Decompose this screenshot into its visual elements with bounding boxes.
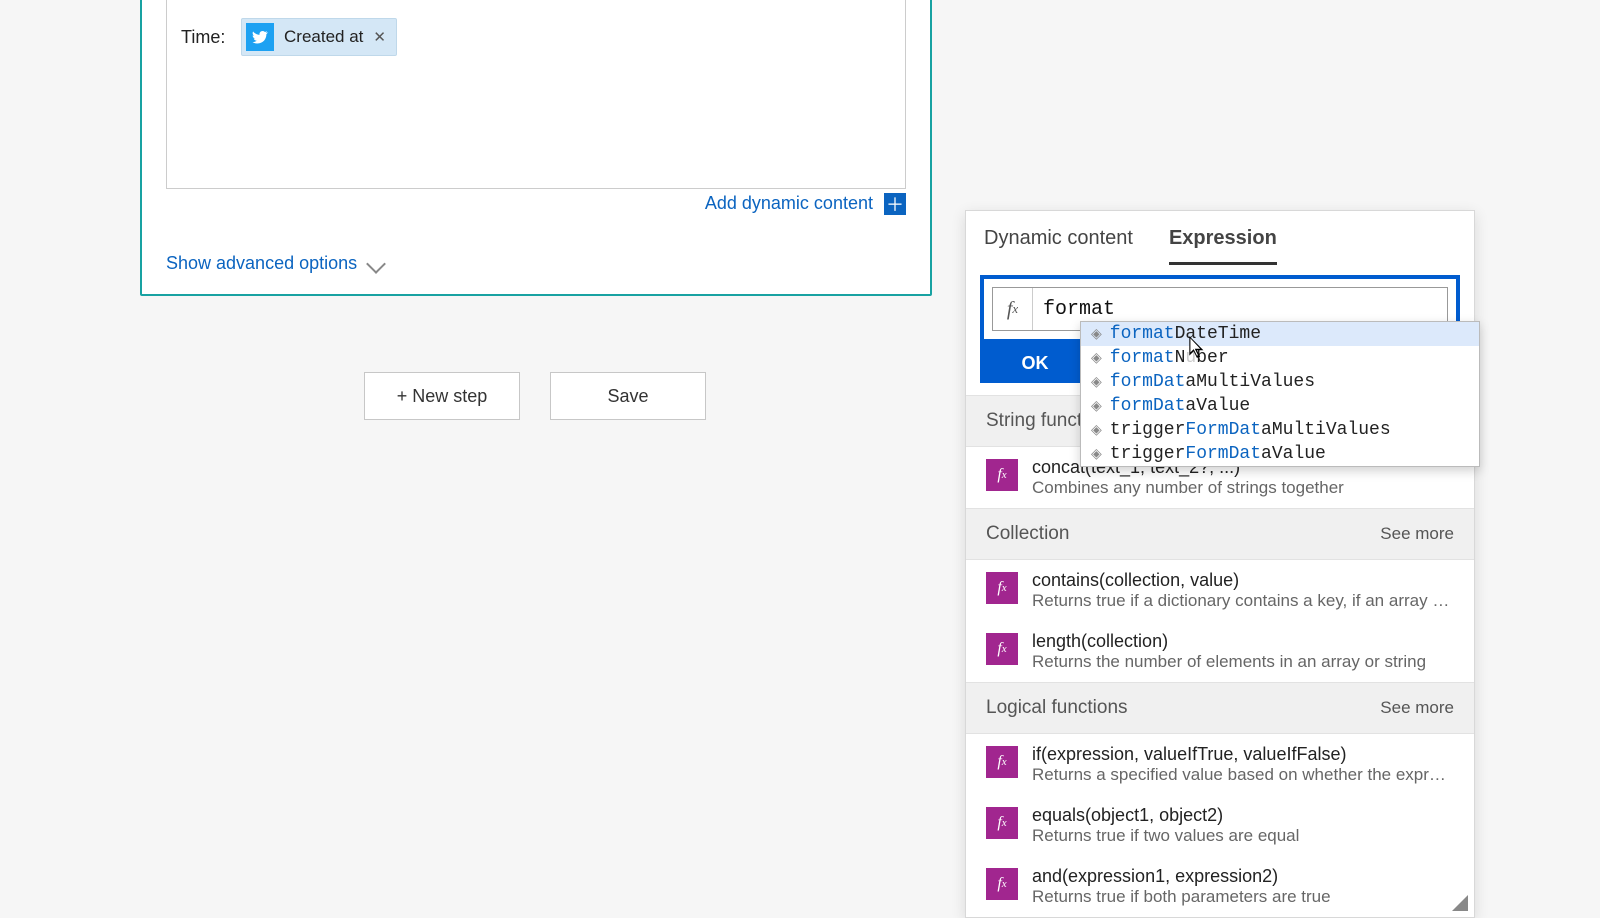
textarea-pad[interactable] bbox=[181, 74, 891, 184]
action-buttons: + New step Save bbox=[364, 372, 706, 420]
fx-badge-icon: fx bbox=[986, 633, 1018, 665]
fx-badge-icon: fx bbox=[986, 746, 1018, 778]
func-signature: equals(object1, object2) bbox=[1032, 805, 1454, 826]
add-dynamic-content-text: Add dynamic content bbox=[705, 193, 873, 213]
ac-item-formdatavalue[interactable]: ◈ formDataValue bbox=[1081, 394, 1479, 418]
chevron-down-icon bbox=[366, 254, 386, 274]
field-label-time: Time: bbox=[181, 27, 241, 48]
func-signature: if(expression, valueIfTrue, valueIfFalse… bbox=[1032, 744, 1454, 765]
fx-badge-icon: fx bbox=[986, 459, 1018, 491]
chip-text: Created at bbox=[284, 27, 363, 47]
ac-item-triggerformdatamultivalues[interactable]: ◈ triggerFormDataMultiValues bbox=[1081, 418, 1479, 442]
autocomplete-popup: ◈ formatDateTime ◈ formatNuber ◈ formDat… bbox=[1080, 321, 1480, 467]
ac-item-formatnumber[interactable]: ◈ formatNuber bbox=[1081, 346, 1479, 370]
plus-icon: ＋ bbox=[884, 193, 906, 215]
func-description: Returns true if both parameters are true bbox=[1032, 887, 1454, 907]
func-and[interactable]: fx and(expression1, expression2) Returns… bbox=[966, 856, 1474, 917]
func-if[interactable]: fx if(expression, valueIfTrue, valueIfFa… bbox=[966, 734, 1474, 795]
field-row-time: Time: Created at ✕ bbox=[181, 18, 891, 56]
func-description: Returns a specified value based on wheth… bbox=[1032, 765, 1454, 785]
function-sections: String functions See more fx concat(text… bbox=[966, 395, 1474, 917]
panel-tabs: Dynamic content Expression bbox=[966, 211, 1474, 265]
func-description: Returns true if a dictionary contains a … bbox=[1032, 591, 1454, 611]
expression-input-wrap: fx ◈ formatDateTime ◈ formatNuber ◈ form… bbox=[980, 275, 1460, 343]
ac-item-formatdatetime[interactable]: ◈ formatDateTime bbox=[1081, 322, 1479, 346]
cube-icon: ◈ bbox=[1091, 326, 1102, 343]
fx-badge-icon: fx bbox=[986, 807, 1018, 839]
func-length[interactable]: fx length(collection) Returns the number… bbox=[966, 621, 1474, 682]
section-title: Logical functions bbox=[986, 697, 1128, 719]
save-button[interactable]: Save bbox=[550, 372, 706, 420]
section-header-logical: Logical functions See more bbox=[966, 682, 1474, 734]
new-step-label: + New step bbox=[397, 386, 488, 407]
tab-expression[interactable]: Expression bbox=[1169, 221, 1277, 265]
see-more-link[interactable]: See more bbox=[1380, 698, 1454, 718]
scroll-corner-icon[interactable] bbox=[1452, 895, 1468, 911]
card-body: Name of the user: Name ✕ Time: Created a… bbox=[166, 0, 906, 189]
func-signature: contains(collection, value) bbox=[1032, 570, 1454, 591]
cube-icon: ◈ bbox=[1091, 374, 1102, 391]
func-description: Returns the number of elements in an arr… bbox=[1032, 652, 1454, 672]
func-signature: length(collection) bbox=[1032, 631, 1454, 652]
func-contains[interactable]: fx contains(collection, value) Returns t… bbox=[966, 560, 1474, 621]
show-advanced-options[interactable]: Show advanced options bbox=[166, 253, 906, 274]
save-label: Save bbox=[607, 386, 648, 407]
expression-panel: Dynamic content Expression fx ◈ formatDa… bbox=[965, 210, 1475, 918]
cube-icon: ◈ bbox=[1091, 446, 1102, 463]
action-card: Name of the user: Name ✕ Time: Created a… bbox=[140, 0, 932, 296]
show-advanced-text: Show advanced options bbox=[166, 253, 357, 274]
cube-icon: ◈ bbox=[1091, 422, 1102, 439]
cube-icon: ◈ bbox=[1091, 398, 1102, 415]
see-more-link[interactable]: See more bbox=[1380, 524, 1454, 544]
ac-item-triggerformdatavalue[interactable]: ◈ triggerFormDataValue bbox=[1081, 442, 1479, 466]
expression-input[interactable] bbox=[1033, 298, 1447, 321]
func-description: Returns true if two values are equal bbox=[1032, 826, 1454, 846]
func-equals[interactable]: fx equals(object1, object2) Returns true… bbox=[966, 795, 1474, 856]
ac-item-formdatamultivalues[interactable]: ◈ formDataMultiValues bbox=[1081, 370, 1479, 394]
cube-icon: ◈ bbox=[1091, 350, 1102, 367]
func-signature: and(expression1, expression2) bbox=[1032, 866, 1454, 887]
chip-remove-icon[interactable]: ✕ bbox=[373, 28, 386, 46]
func-description: Combines any number of strings together bbox=[1032, 478, 1454, 498]
fx-badge-icon: fx bbox=[986, 572, 1018, 604]
fx-badge-icon: fx bbox=[986, 868, 1018, 900]
section-header-collection: Collection See more bbox=[966, 508, 1474, 560]
twitter-icon bbox=[246, 23, 274, 51]
tab-dynamic-content[interactable]: Dynamic content bbox=[984, 221, 1133, 265]
new-step-button[interactable]: + New step bbox=[364, 372, 520, 420]
ok-label: OK bbox=[1022, 353, 1049, 374]
fx-icon: fx bbox=[993, 288, 1033, 330]
add-dynamic-content-link[interactable]: Add dynamic content ＋ bbox=[166, 193, 906, 215]
dynamic-chip-createdat[interactable]: Created at ✕ bbox=[241, 18, 397, 56]
ok-button[interactable]: OK bbox=[980, 343, 1090, 383]
section-title: Collection bbox=[986, 523, 1069, 545]
